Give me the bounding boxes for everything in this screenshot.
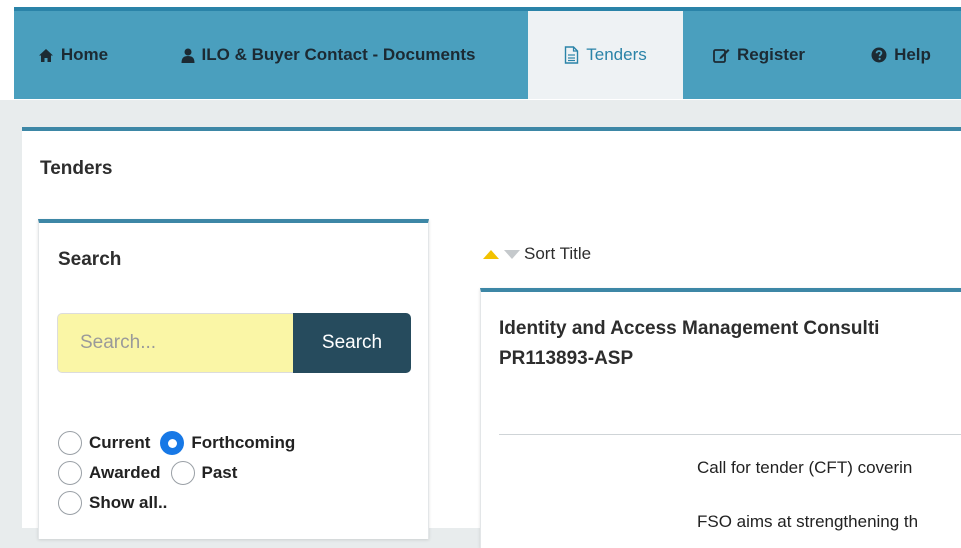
tender-title[interactable]: Identity and Access Management Consulti …	[499, 314, 961, 374]
question-circle-icon	[871, 47, 887, 63]
search-panel-title: Search	[58, 249, 122, 270]
nav-help[interactable]: Help	[856, 11, 946, 99]
filter-past-label: Past	[201, 463, 238, 482]
divider	[499, 434, 961, 435]
page-title: Tenders	[40, 158, 113, 179]
tender-reference[interactable]: PR113893-ASP	[499, 344, 961, 374]
document-icon	[564, 46, 579, 64]
sort-title-control[interactable]: Sort Title	[482, 244, 591, 264]
filter-past[interactable]: Past	[170, 461, 238, 485]
radio-circle[interactable]	[58, 461, 82, 485]
tender-status-filters: Current Forthcoming Awarded Past Show al…	[58, 428, 305, 518]
filter-forthcoming[interactable]: Forthcoming	[160, 431, 295, 455]
tender-title-line-1[interactable]: Identity and Access Management Consulti	[499, 314, 961, 344]
search-panel: Search Search Current Forthcoming Awarde…	[38, 219, 429, 539]
filter-line: Current Forthcoming	[58, 428, 305, 458]
tenders-page: Tenders Search Search Current Forthcomin…	[22, 127, 961, 548]
sort-descending-icon[interactable]	[503, 248, 521, 260]
nav-home-label: Home	[60, 45, 109, 64]
nav-tenders[interactable]: Tenders	[528, 11, 683, 99]
filter-awarded[interactable]: Awarded	[58, 461, 161, 485]
filter-current[interactable]: Current	[58, 431, 150, 455]
search-button[interactable]: Search	[293, 313, 411, 373]
radio-circle-checked[interactable]	[160, 431, 185, 455]
radio-circle[interactable]	[58, 431, 82, 455]
nav-help-label: Help	[894, 45, 931, 64]
search-row: Search	[57, 313, 411, 373]
nav-ilo-label: ILO & Buyer Contact - Documents	[201, 45, 476, 64]
nav-home[interactable]: Home	[28, 11, 118, 99]
radio-circle[interactable]	[58, 491, 82, 515]
nav-register[interactable]: Register	[706, 11, 812, 99]
edit-icon	[713, 47, 730, 63]
filter-forthcoming-label: Forthcoming	[191, 433, 296, 452]
main-nav: Home ILO & Buyer Contact - Documents Ten…	[14, 7, 961, 99]
nav-tenders-label: Tenders	[586, 45, 647, 64]
home-icon	[38, 48, 54, 63]
tender-result-card: Identity and Access Management Consulti …	[480, 288, 961, 548]
nav-ilo-buyer-contact-documents[interactable]: ILO & Buyer Contact - Documents	[152, 11, 504, 99]
filter-line: Awarded Past	[58, 458, 305, 488]
sort-label: Sort Title	[524, 244, 592, 263]
filter-show-all[interactable]: Show all..	[58, 491, 167, 515]
top-bar: Home ILO & Buyer Contact - Documents Ten…	[0, 0, 961, 100]
search-input[interactable]	[57, 313, 293, 373]
radio-circle[interactable]	[170, 461, 195, 485]
tender-description-line-2: FSO aims at strengthening th	[697, 512, 919, 531]
filter-line: Show all..	[58, 488, 305, 518]
tender-description-line-1: Call for tender (CFT) coverin	[697, 458, 913, 477]
user-icon	[181, 48, 195, 63]
sort-ascending-icon[interactable]	[482, 248, 500, 260]
filter-show-all-label: Show all..	[89, 493, 168, 512]
filter-current-label: Current	[89, 433, 151, 452]
filter-awarded-label: Awarded	[89, 463, 161, 482]
nav-register-label: Register	[736, 45, 806, 64]
